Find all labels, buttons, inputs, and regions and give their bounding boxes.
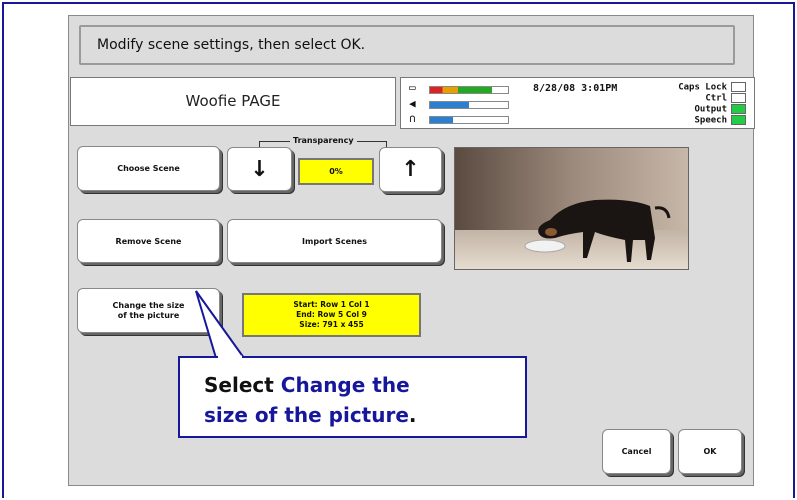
callout-pointer-cover: [218, 355, 242, 359]
